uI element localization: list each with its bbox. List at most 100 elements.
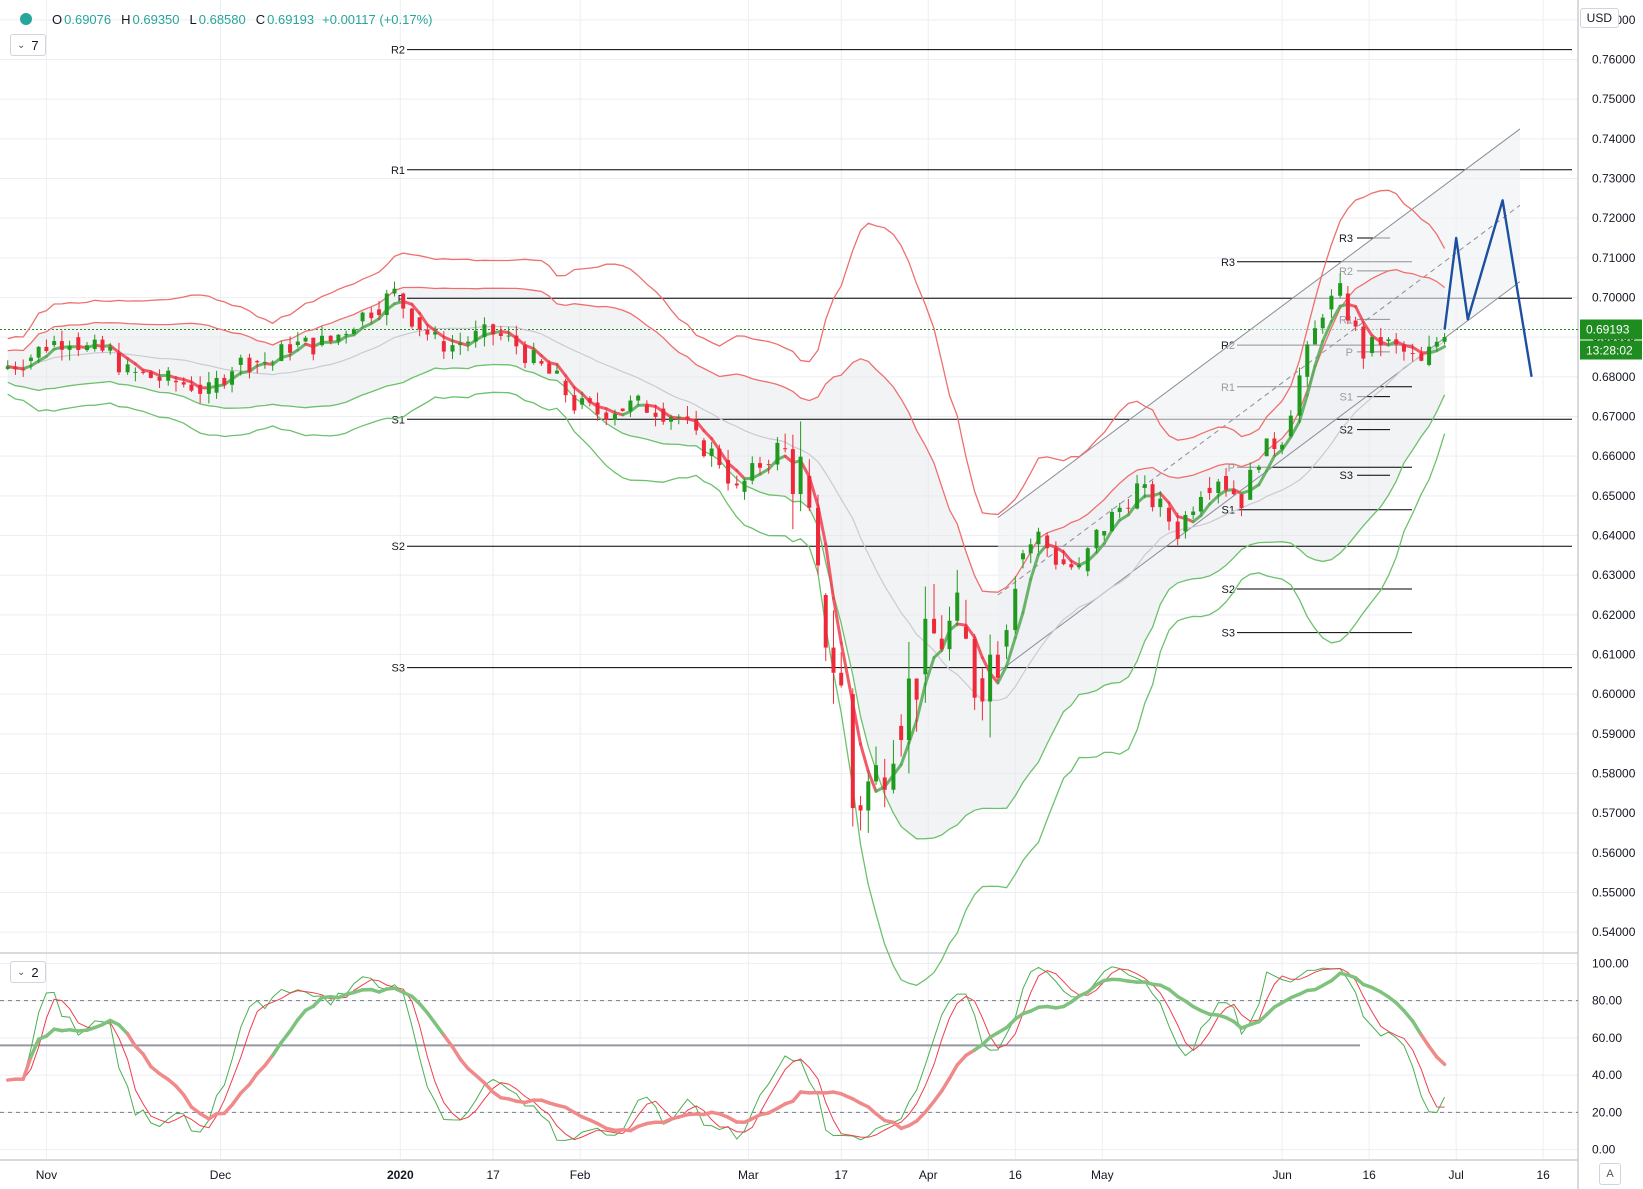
candle-body	[939, 638, 944, 650]
candle-body	[369, 312, 374, 319]
osc-signal-segment	[21, 1055, 33, 1081]
candle-body	[1329, 295, 1334, 310]
candle-body	[189, 384, 194, 391]
candle-body	[279, 344, 284, 361]
price-tick-label: 0.67000	[1592, 410, 1636, 424]
indicators-toggle[interactable]: ⌄ 7	[10, 34, 46, 56]
candle-body	[262, 361, 267, 363]
open-label: O	[52, 11, 63, 27]
candle-body	[1320, 317, 1325, 329]
candle-body	[288, 344, 293, 353]
candle-body	[21, 369, 26, 371]
ohlc-legend: O 0.69076 H 0.69350 L 0.68580 C 0.69193 +0.0…	[6, 6, 432, 32]
price-tick-label: 0.71000	[1592, 251, 1636, 265]
price-tick-label: 0.70000	[1592, 291, 1636, 305]
candle-body	[1150, 484, 1155, 508]
candle-body	[67, 345, 72, 350]
candle-body	[717, 448, 722, 466]
candle-body	[36, 346, 41, 358]
monthly-pivot-label: R3	[1221, 257, 1235, 269]
candle-body	[148, 372, 153, 378]
candle-body	[554, 370, 559, 374]
candle-body	[932, 618, 937, 634]
osc-signal-segment	[117, 1023, 130, 1036]
candle-body	[52, 341, 57, 346]
price-tick-label: 0.75000	[1592, 92, 1636, 106]
candle-body	[319, 335, 324, 346]
osc-signal-segment	[482, 1081, 495, 1094]
candle-body	[1280, 444, 1285, 450]
osc-signal-segment	[1427, 1044, 1439, 1059]
candle-body	[726, 460, 731, 484]
candle-body	[914, 678, 919, 700]
candle-body	[612, 414, 617, 420]
candle-body	[1207, 487, 1212, 493]
candle-body	[685, 416, 690, 420]
candle-body	[669, 417, 674, 422]
price-tick-label: 0.56000	[1592, 846, 1636, 860]
candle-body	[1085, 548, 1090, 572]
candle-body	[125, 364, 130, 373]
candle-body	[5, 366, 10, 369]
currency-button[interactable]: USD	[1579, 8, 1619, 28]
candle-body	[1370, 337, 1375, 354]
candle-body	[270, 361, 275, 363]
candle-body	[1013, 588, 1018, 631]
candle-body	[1313, 328, 1317, 345]
candle-body	[1224, 476, 1229, 490]
candle-body	[947, 620, 952, 650]
candle-body	[1419, 353, 1424, 361]
price-tick-label: 0.72000	[1592, 211, 1636, 225]
candle-body	[1264, 438, 1269, 457]
candle-body	[750, 463, 755, 481]
price-tag-value: 0.69193	[1586, 323, 1630, 337]
candle-body	[775, 442, 780, 465]
candle-body	[181, 382, 186, 385]
candle-body	[417, 317, 422, 330]
chart-canvas[interactable]: R2R1PS1S2S3R3R2R1PS1S2S3R3R2R1PS1S2S3 0.…	[0, 0, 1643, 1189]
candle-body	[1345, 293, 1350, 321]
time-tick-label: 2020	[387, 1168, 414, 1182]
price-tick-label: 0.74000	[1592, 132, 1636, 146]
osc-tick-label: 40.00	[1592, 1068, 1622, 1082]
osc-signal-segment	[141, 1052, 153, 1069]
candle-body	[1102, 531, 1107, 536]
osc-signal-segment	[239, 1082, 252, 1095]
candle-body	[1142, 484, 1147, 488]
candle-body	[1410, 353, 1415, 355]
candle-body	[473, 330, 478, 342]
osc-signal-segment	[417, 1002, 430, 1015]
chevron-down-icon: ⌄	[17, 39, 26, 51]
price-tick-label: 0.57000	[1592, 806, 1636, 820]
candle-body	[1386, 339, 1391, 342]
candle-body	[450, 345, 455, 352]
auto-scale-button[interactable]: A	[1599, 1163, 1621, 1185]
candle-body	[401, 293, 406, 309]
candle-body	[1117, 507, 1122, 512]
osc-signal-segment	[458, 1057, 470, 1071]
candle-body	[955, 592, 960, 621]
price-tick-label: 0.61000	[1592, 648, 1636, 662]
candle-body	[344, 333, 349, 335]
countdown-value: 13:28:02	[1586, 344, 1633, 358]
price-tick-label: 0.76000	[1592, 53, 1636, 67]
candle-body	[572, 395, 577, 411]
price-tick-label: 0.68000	[1592, 370, 1636, 384]
candle-body	[734, 483, 739, 486]
price-tick-label: 0.73000	[1592, 172, 1636, 186]
oscillator-toggle[interactable]: ⌄ 2	[10, 961, 46, 983]
candle-body	[694, 419, 699, 431]
yearly-pivot-label: S2	[392, 541, 405, 553]
candle-body	[972, 638, 977, 698]
time-tick-label: 16	[1362, 1168, 1376, 1182]
candle-body	[328, 335, 333, 342]
price-tick-label: 0.64000	[1592, 529, 1636, 543]
candle-body	[157, 376, 162, 381]
candle-body	[425, 329, 430, 335]
osc-tick-label: 100.00	[1592, 956, 1629, 970]
osc-signal-segment	[955, 1053, 968, 1067]
candle-body	[1216, 481, 1221, 493]
candle-body	[1053, 548, 1058, 565]
candle-body	[1248, 469, 1253, 500]
candle-body	[1126, 507, 1131, 509]
